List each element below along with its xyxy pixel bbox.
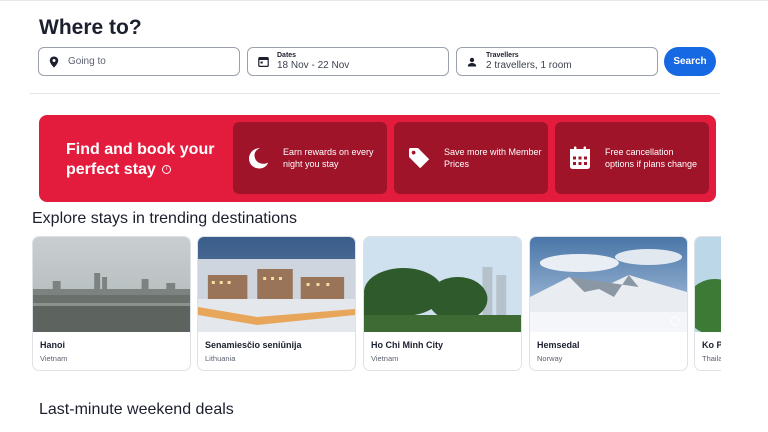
destination-country: Thaila [702, 354, 721, 363]
moon-icon [233, 146, 283, 170]
destination-name: Ho Chi Minh City [371, 340, 443, 350]
destination-card-ko-phi-phi[interactable]: Ko Pl Thaila [694, 236, 721, 371]
person-icon [461, 57, 483, 67]
info-icon[interactable]: i [162, 165, 172, 175]
dates-field[interactable]: Dates 18 Nov - 22 Nov [247, 47, 449, 76]
destination-country: Vietnam [40, 354, 68, 363]
deals-section-title: Last-minute weekend deals [39, 401, 234, 418]
destination-name: Senamiesčio seniūnija [205, 340, 302, 350]
destination-image [695, 237, 721, 332]
destination-card-ho-chi-minh[interactable]: Ho Chi Minh City Vietnam [363, 236, 522, 371]
tag-icon [394, 146, 444, 170]
destination-name: Hemsedal [537, 340, 580, 350]
perk-member-prices-text: Save more with Member Prices [444, 147, 542, 169]
banner-title: Find and book your perfect stay i [66, 140, 226, 180]
banner-title-text: Find and book your perfect stay [66, 141, 215, 178]
destination-carousel: Hanoi Vietnam Senamiesčio seniūnija Lith… [31, 236, 721, 372]
perk-free-cancellation: Free cancellation options if plans chang… [555, 122, 709, 194]
dates-label: Dates [277, 52, 297, 59]
travellers-value: 2 travellers, 1 room [486, 60, 572, 71]
promo-banner: Find and book your perfect stay i Earn r… [39, 115, 716, 202]
perk-member-prices: Save more with Member Prices [394, 122, 548, 194]
search-button[interactable]: Search [664, 47, 716, 76]
perk-free-cancellation-text: Free cancellation options if plans chang… [605, 147, 698, 169]
perk-rewards: Earn rewards on every night you stay [233, 122, 387, 194]
destination-country: Lithuania [205, 354, 236, 363]
destination-country: Vietnam [371, 354, 399, 363]
destination-name: Ko Pl [702, 340, 721, 350]
page-title: Where to? [39, 16, 142, 39]
destination-card-hanoi[interactable]: Hanoi Vietnam [32, 236, 191, 371]
map-pin-icon [43, 56, 65, 68]
destination-name: Hanoi [40, 340, 66, 350]
destination-image [530, 237, 687, 332]
destination-country: Norway [537, 354, 563, 363]
top-border [0, 0, 768, 1]
destination-placeholder: Going to [68, 56, 106, 67]
divider [30, 93, 720, 94]
destination-image [33, 237, 190, 332]
calendar-icon [555, 146, 605, 170]
destination-card-hemsedal[interactable]: Hemsedal Norway [529, 236, 688, 371]
travellers-field[interactable]: Travellers 2 travellers, 1 room [456, 47, 658, 76]
destination-field[interactable]: Going to [38, 47, 240, 76]
travellers-label: Travellers [486, 52, 519, 59]
dates-value: 18 Nov - 22 Nov [277, 60, 350, 71]
destination-image [198, 237, 355, 332]
destination-card-senamiestis[interactable]: Senamiesčio seniūnija Lithuania [197, 236, 356, 371]
trending-section-title: Explore stays in trending destinations [32, 210, 298, 227]
calendar-icon [252, 56, 274, 67]
perk-rewards-text: Earn rewards on every night you stay [283, 147, 374, 169]
destination-image [364, 237, 521, 332]
